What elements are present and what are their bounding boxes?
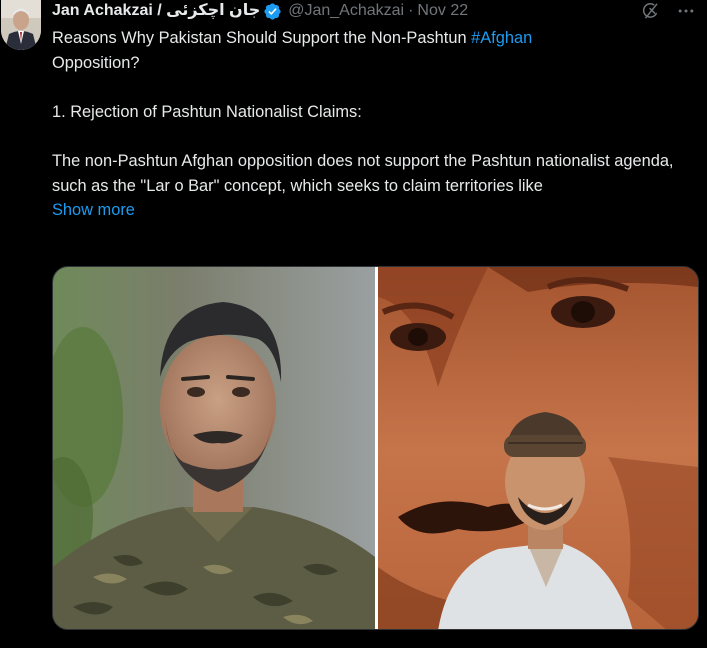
more-options-icon[interactable] [675, 0, 697, 22]
header-actions [639, 0, 697, 22]
tweet-header: Jan Achakzai / جان اچکزئی @Jan_Achakzai … [52, 0, 468, 22]
point-heading: 1. Rejection of Pashtun Nationalist Clai… [52, 102, 362, 121]
tweet-media[interactable] [52, 266, 699, 630]
tweet[interactable]: Jan Achakzai / جان اچکزئی @Jan_Achakzai … [0, 0, 707, 648]
tweet-title-continuation: Opposition? [52, 53, 140, 72]
tweet-text: Reasons Why Pakistan Should Support the … [52, 26, 697, 223]
avatar[interactable] [1, 0, 41, 50]
media-photo-right[interactable] [378, 267, 698, 629]
verified-badge-icon [263, 2, 282, 21]
tweet-title-text: Reasons Why Pakistan Should Support the … [52, 29, 472, 47]
tweet-title-line: Reasons Why Pakistan Should Support the … [52, 26, 697, 75]
tweet-date[interactable]: Nov 22 [417, 0, 468, 22]
header-separator: · [408, 2, 414, 19]
author-handle[interactable]: @Jan_Achakzai [288, 0, 404, 22]
point-body: The non-Pashtun Afghan opposition does n… [52, 151, 674, 195]
author-display-name[interactable]: Jan Achakzai / جان اچکزئی [52, 0, 260, 22]
media-photo-left[interactable] [53, 267, 375, 629]
hashtag-link[interactable]: #Afghan [471, 29, 532, 47]
grok-icon[interactable] [639, 0, 661, 22]
show-more-link[interactable]: Show more [52, 198, 135, 223]
